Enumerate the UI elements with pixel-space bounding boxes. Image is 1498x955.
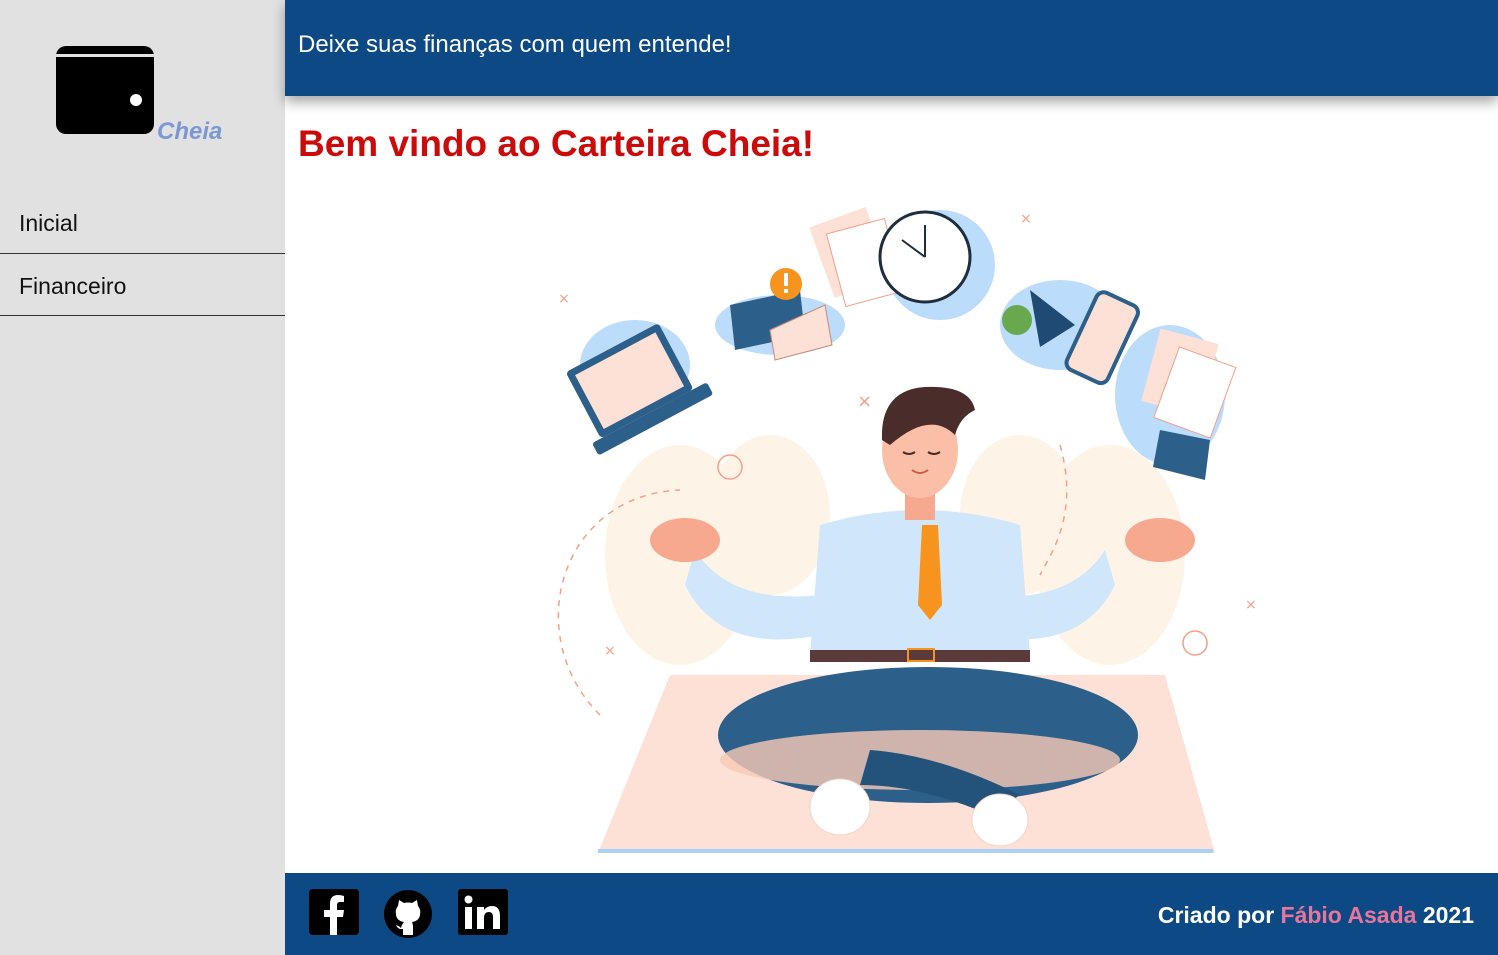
svg-text:×: × bbox=[1020, 211, 1032, 227]
sidebar: Cheia Inicial Financeiro bbox=[0, 0, 285, 955]
wallet-icon bbox=[56, 46, 154, 134]
facebook-icon[interactable] bbox=[308, 888, 360, 940]
logo-text: Cheia bbox=[157, 118, 223, 145]
welcome-title: Bem vindo ao Carteira Cheia! bbox=[298, 123, 815, 164]
footer: Criado por Fábio Asada 2021 bbox=[285, 873, 1498, 955]
github-icon[interactable] bbox=[382, 888, 434, 940]
credit-year: 2021 bbox=[1422, 902, 1474, 928]
sidebar-item-financeiro[interactable]: Financeiro bbox=[0, 254, 285, 316]
linkedin-icon[interactable] bbox=[457, 888, 509, 940]
footer-credit: Criado por Fábio Asada 2021 bbox=[1158, 902, 1474, 929]
sidebar-item-inicial[interactable]: Inicial bbox=[0, 191, 285, 254]
header-tagline: Deixe suas finanças com quem entende! bbox=[298, 31, 732, 58]
logo[interactable]: Cheia bbox=[54, 44, 244, 154]
meditating-businessman-illustration: × × × × × bbox=[557, 206, 1257, 853]
credit-prefix: Criado por bbox=[1157, 902, 1275, 928]
svg-text:×: × bbox=[1245, 597, 1257, 613]
sidebar-nav: Inicial Financeiro bbox=[0, 191, 285, 316]
svg-text:×: × bbox=[604, 643, 616, 659]
svg-text:×: × bbox=[857, 391, 872, 412]
top-header: Deixe suas finanças com quem entende! bbox=[285, 0, 1498, 96]
credit-author: Fábio Asada bbox=[1280, 902, 1417, 928]
svg-text:×: × bbox=[558, 291, 570, 307]
